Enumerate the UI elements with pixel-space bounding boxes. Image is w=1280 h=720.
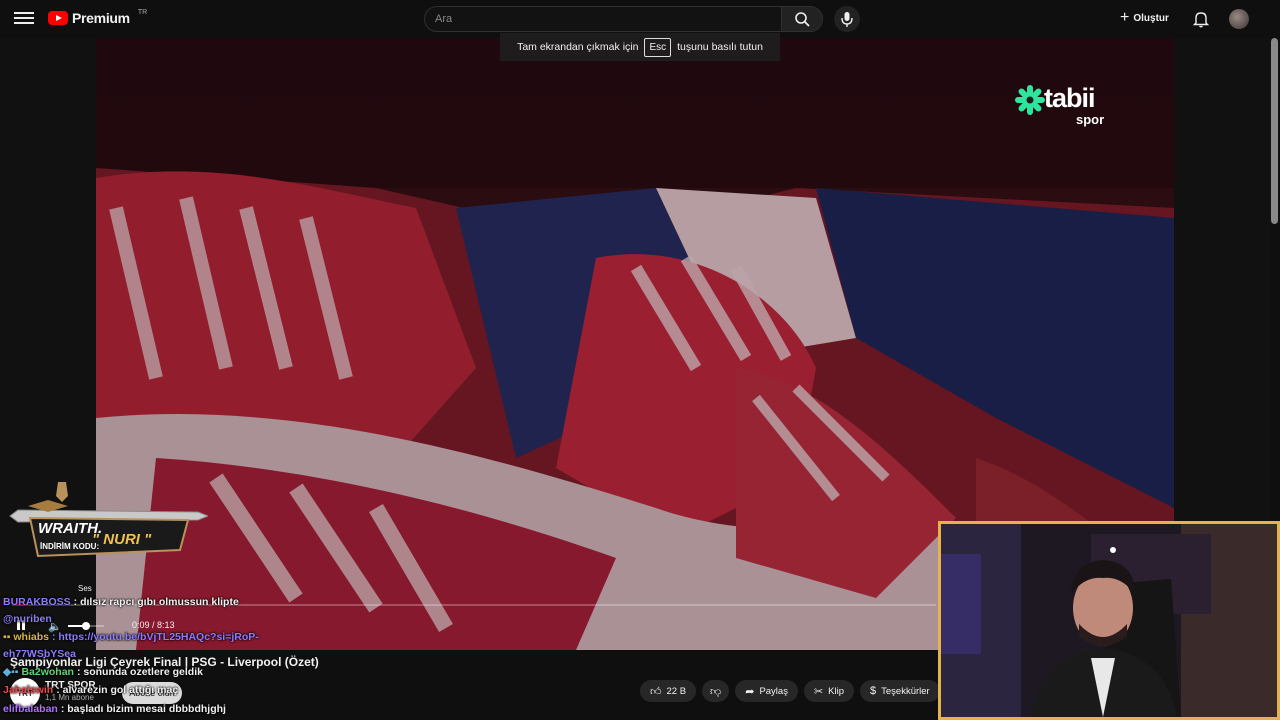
esc-key: Esc bbox=[644, 37, 672, 57]
tabii-star-icon bbox=[1015, 85, 1045, 115]
chat-username: Jahalswin bbox=[3, 684, 54, 696]
chat-username: Ba2wohan bbox=[21, 666, 74, 678]
search-icon bbox=[795, 12, 810, 27]
chat-text: : https://youtu.be/bVjTL25HAQc?si=jRoP- bbox=[51, 631, 259, 643]
chat-text: : dılsız rapcı gıbı olmussun klipte bbox=[73, 596, 239, 608]
search-button[interactable] bbox=[781, 6, 823, 32]
search-input[interactable] bbox=[424, 6, 782, 32]
sponsor-code-label: İNDİRİM KODU: bbox=[40, 542, 100, 551]
youtube-logo[interactable]: Premium TR bbox=[48, 8, 148, 26]
plus-icon: + bbox=[1120, 9, 1130, 26]
thumbs-up-icon: 👍︎ bbox=[650, 685, 662, 698]
chat-text: : sonunda ozetlere geldik bbox=[76, 666, 203, 678]
tabii-sub: spor bbox=[1076, 112, 1105, 127]
action-bar: 👍︎ 22 B 👎︎ ➦ Paylaş ✂ Klip $ Teşekkürler bbox=[640, 680, 940, 702]
scissors-icon: ✂ bbox=[813, 685, 824, 698]
share-icon: ➦ bbox=[745, 685, 755, 698]
streamer-webcam-image bbox=[941, 524, 1277, 717]
sponsor-code: " NURI " bbox=[92, 531, 152, 548]
volume-slider[interactable] bbox=[68, 622, 104, 630]
like-count: 22 B bbox=[666, 685, 687, 697]
webcam-overlay bbox=[938, 521, 1280, 720]
esc-tip-before: Tam ekrandan çıkmak için bbox=[517, 41, 639, 53]
clip-label: Klip bbox=[828, 685, 845, 697]
chat-message: BURAKBOSS: dılsız rapcı gıbı olmussun kl… bbox=[3, 596, 239, 608]
notifications-button[interactable] bbox=[1192, 10, 1210, 28]
brand-label: Premium bbox=[72, 10, 130, 26]
badge-icon: ◆▪▪ bbox=[3, 666, 22, 678]
thanks-button[interactable]: $ Teşekkürler bbox=[860, 680, 940, 702]
clip-button[interactable]: ✂ Klip bbox=[803, 680, 855, 702]
chat-message: eh77WSbYSea bbox=[3, 648, 76, 660]
esc-tip-after: tuşunu basılı tutun bbox=[677, 41, 763, 53]
chat-text: : alvarezin gol attığı maç bbox=[56, 684, 179, 696]
chat-username: elifbalaban bbox=[3, 703, 58, 715]
share-label: Paylaş bbox=[759, 685, 788, 697]
chat-text: eh77WSbYSea bbox=[3, 648, 76, 660]
chat-message: elifbalaban: başladı bizim mesai dbbbdhj… bbox=[3, 703, 226, 715]
create-button[interactable]: + Oluştur bbox=[1120, 9, 1169, 27]
like-button[interactable]: 👍︎ 22 B bbox=[640, 680, 697, 702]
sponsor-overlay: WRAITH. İNDİRİM KODU: " NURI " bbox=[8, 480, 210, 564]
chat-text: : başladı bizim mesai dbbbdhjghj bbox=[60, 703, 226, 715]
thanks-label: Teşekkürler bbox=[881, 685, 930, 697]
volume-knob[interactable] bbox=[82, 622, 90, 630]
time-display: 0:09 / 8:13 bbox=[132, 620, 175, 630]
fullscreen-exit-tooltip: Tam ekrandan çıkmak için Esc tuşunu bası… bbox=[500, 33, 780, 61]
chat-username: whiabs bbox=[13, 631, 49, 643]
volume-tooltip: Ses bbox=[78, 584, 92, 593]
account-avatar[interactable] bbox=[1229, 9, 1249, 29]
dislike-button[interactable]: 👎︎ bbox=[702, 680, 730, 702]
menu-icon[interactable] bbox=[14, 9, 34, 29]
bell-icon bbox=[1192, 12, 1210, 28]
tabii-spor-logo: tabii spor bbox=[1014, 83, 1104, 127]
chat-message: Jahalswin: alvarezin gol attığı maç bbox=[3, 684, 178, 696]
voice-search-button[interactable] bbox=[834, 6, 860, 32]
thanks-icon: $ bbox=[870, 685, 877, 697]
region-code: TR bbox=[137, 8, 148, 16]
microphone-icon bbox=[841, 12, 853, 27]
chat-message: ▪▪ whiabs: https://youtu.be/bVjTL25HAQc?… bbox=[3, 631, 259, 643]
chat-message: ◆▪▪ Ba2wohan: sonunda ozetlere geldik bbox=[3, 666, 203, 678]
thumbs-down-icon: 👎︎ bbox=[710, 685, 722, 698]
share-button[interactable]: ➦ Paylaş bbox=[735, 680, 798, 702]
badge-icon: ▪▪ bbox=[3, 631, 14, 643]
youtube-play-icon bbox=[48, 11, 68, 25]
create-label: Oluştur bbox=[1133, 12, 1169, 24]
page-scrollbar[interactable] bbox=[1271, 38, 1278, 224]
chat-message: @nuriben bbox=[3, 613, 55, 625]
chat-username: @nuriben bbox=[3, 613, 52, 625]
tabii-word: tabii bbox=[1044, 83, 1096, 113]
chat-username: BURAKBOSS bbox=[3, 596, 71, 608]
